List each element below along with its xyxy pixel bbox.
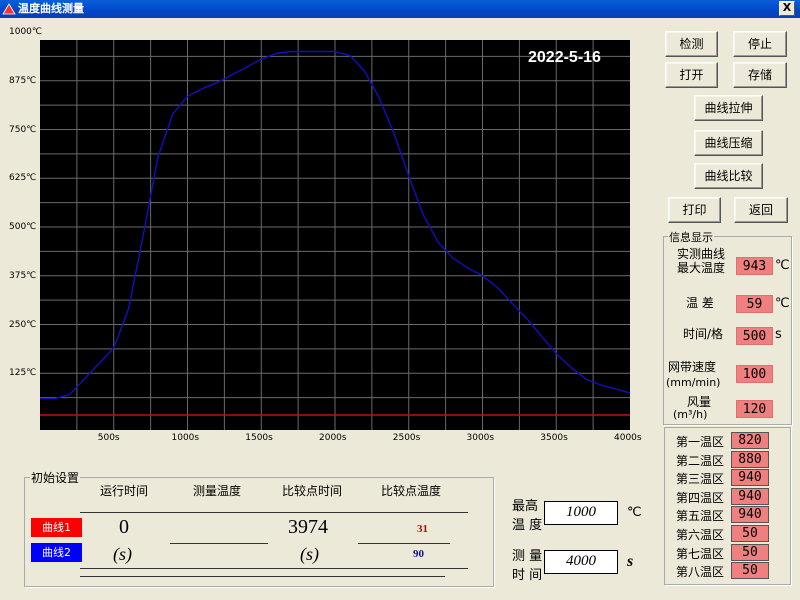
- close-button[interactable]: X: [779, 1, 795, 16]
- col-measured-temp: 测量温度: [193, 484, 242, 498]
- belt-speed-label-line1: 网带速度: [668, 360, 717, 374]
- y-tick-label: 1000℃: [9, 27, 43, 37]
- zone-value: 940: [731, 487, 769, 505]
- x-tick-label: 2000s: [319, 433, 347, 443]
- time-per-grid-unit: s: [775, 327, 782, 342]
- app-icon: [2, 3, 16, 15]
- zone-label: 第七温区: [676, 546, 725, 561]
- zone-value: 880: [731, 450, 769, 468]
- air-volume-value: 120: [736, 400, 773, 418]
- print-button[interactable]: 打印: [668, 197, 721, 223]
- zone-value: 50: [731, 562, 769, 580]
- stop-button[interactable]: 停止: [733, 31, 787, 57]
- time-per-grid-label: 时间/格: [683, 327, 724, 341]
- initial-settings-title: 初始设置: [30, 469, 81, 486]
- col-compare-temp: 比较点温度: [381, 484, 442, 498]
- zone-value: 50: [731, 543, 769, 561]
- curve2-swatch: 曲线2: [31, 543, 82, 562]
- y-tick-label: 500℃: [9, 222, 37, 232]
- zone-value: 940: [731, 469, 769, 487]
- detect-button[interactable]: 检测: [665, 31, 718, 57]
- temp-diff-label: 温 差: [686, 296, 714, 310]
- belt-speed-label-line2: (mm/min): [666, 376, 721, 389]
- y-tick-label: 750℃: [9, 124, 37, 135]
- window-title: 温度曲线测量: [18, 2, 84, 15]
- x-tick-label: 1000s: [171, 433, 200, 443]
- temp-diff-value: 59: [736, 295, 773, 313]
- compare-temp-rule-1: [358, 543, 450, 544]
- curve1-swatch: 曲线1: [31, 518, 82, 537]
- zone-label: 第八温区: [676, 565, 725, 580]
- x-tick-label: 4000s: [614, 433, 642, 443]
- info-panel-title: 信息显示: [668, 229, 714, 245]
- zone-label: 第一温区: [676, 435, 725, 449]
- compare-time-unit: (s): [300, 544, 319, 564]
- measure-time-label-line2: 时 间: [512, 568, 543, 583]
- temperature-chart: 2022-5-16 1000℃ 875℃ 750℃ 625℃ 500℃ 375℃ 250℃ 1…: [0, 27, 660, 450]
- belt-speed-value: 100: [736, 365, 773, 383]
- curve-stretch-button[interactable]: 曲线拉伸: [694, 95, 763, 121]
- zone-label: 第四温区: [676, 490, 725, 505]
- zone-label: 第二温区: [676, 453, 725, 468]
- air-volume-label-line2: (m³/h): [673, 408, 708, 421]
- measured-temp-rule-1: [170, 543, 268, 544]
- max-temp-unit: ℃: [775, 258, 790, 273]
- measure-time-label-line1: 测 量: [512, 549, 543, 564]
- col-compare-time: 比较点时间: [282, 484, 343, 498]
- y-tick-label: 625℃: [9, 173, 37, 184]
- table-top-rule: [80, 512, 468, 513]
- save-button[interactable]: 存储: [733, 62, 787, 88]
- run-time-value: 0: [119, 516, 129, 538]
- title-bar: 温度曲线测量 X: [0, 0, 800, 18]
- y-tick-label: 125℃: [9, 368, 37, 379]
- zone-label: 第五温区: [676, 509, 725, 524]
- measure-time-unit: s: [627, 553, 634, 570]
- compare-temp-curve1: 31: [417, 523, 428, 535]
- x-tick-label: 500s: [97, 433, 120, 443]
- y-tick-label: 875℃: [9, 75, 37, 86]
- compare-temp-curve2: 90: [413, 548, 424, 560]
- max-temp-input[interactable]: 1000: [544, 501, 618, 525]
- x-tick-label: 3000s: [466, 433, 495, 443]
- run-time-unit: (s): [113, 544, 132, 564]
- max-temp-label-line2: 最大温度: [677, 261, 726, 275]
- table-bottom-rule-1: [80, 568, 468, 569]
- back-button[interactable]: 返回: [734, 197, 788, 223]
- x-tick-label: 3500s: [540, 433, 568, 443]
- curve-compress-button[interactable]: 曲线压缩: [694, 130, 763, 156]
- col-run-time: 运行时间: [100, 484, 149, 498]
- measure-time-input[interactable]: 4000: [544, 550, 618, 574]
- max-temp-setting-label-line1: 最高: [512, 499, 539, 514]
- zone-label: 第三温区: [676, 472, 725, 487]
- zone-value: 940: [731, 506, 769, 524]
- chart-date: 2022-5-16: [528, 49, 601, 66]
- x-tick-label: 1500s: [245, 433, 273, 443]
- temp-diff-unit: ℃: [775, 296, 790, 311]
- y-tick-label: 250℃: [9, 319, 37, 330]
- zone-value: 820: [731, 432, 769, 449]
- zone-value: 50: [731, 525, 769, 542]
- x-tick-label: 2500s: [392, 433, 421, 443]
- table-bottom-rule-2: [80, 576, 445, 577]
- compare-time-value: 3974: [288, 516, 328, 538]
- open-button[interactable]: 打开: [665, 62, 718, 88]
- y-tick-label: 375℃: [9, 270, 37, 281]
- max-temp-setting-unit: ℃: [627, 504, 642, 519]
- max-temp-value: 943: [736, 257, 773, 275]
- zone-label: 第六温区: [676, 528, 725, 542]
- time-per-grid-value: 500: [736, 327, 773, 345]
- chart-svg: 2022-5-16: [40, 31, 631, 430]
- max-temp-setting-label-line2: 温 度: [512, 518, 543, 533]
- curve-compare-button[interactable]: 曲线比较: [694, 163, 763, 189]
